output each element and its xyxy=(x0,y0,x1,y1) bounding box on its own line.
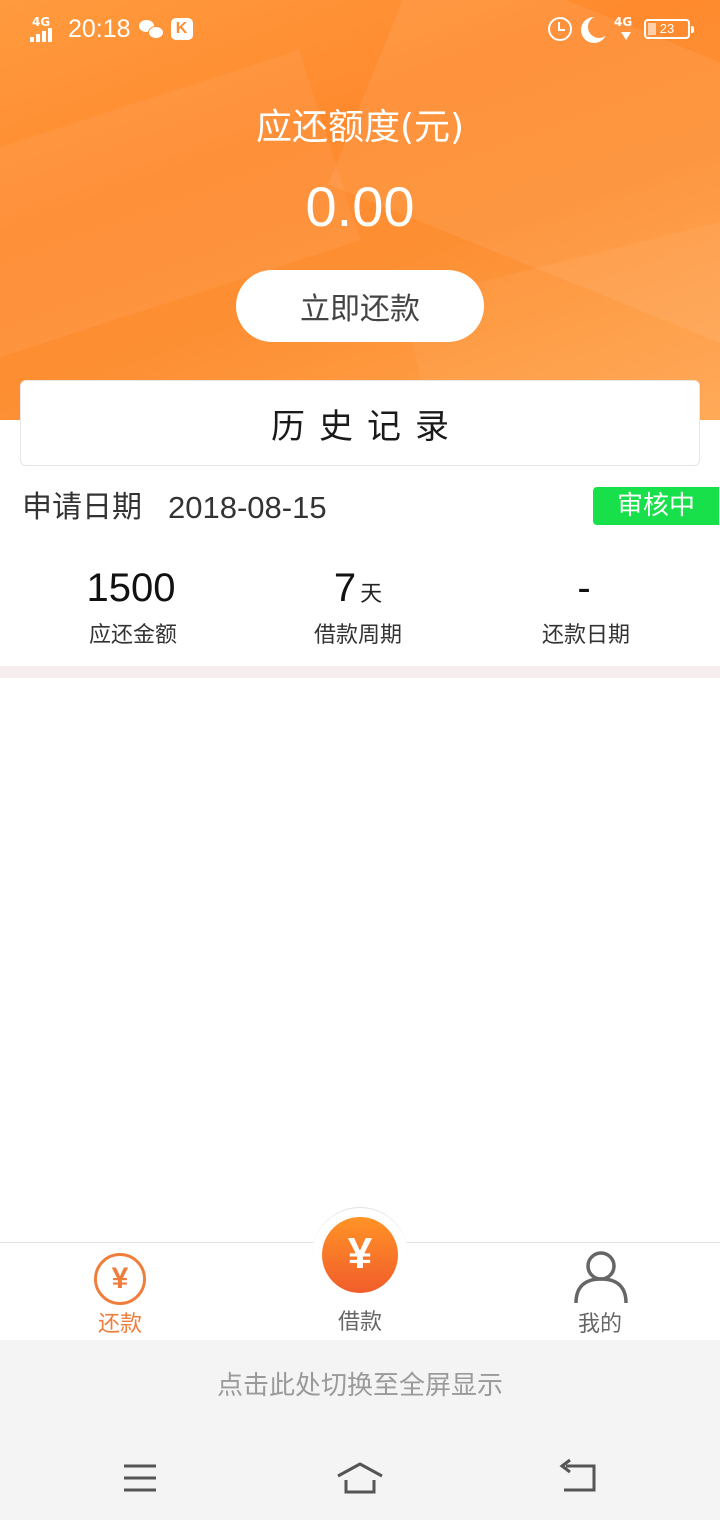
stat-repay-amount: 1500 应还金额 xyxy=(13,564,253,652)
alarm-icon xyxy=(548,17,572,41)
apply-date-label: 申请日期 xyxy=(22,490,142,525)
tab-repay-label: 还款 xyxy=(97,1312,142,1337)
wechat-icon xyxy=(138,19,164,39)
section-divider xyxy=(0,666,720,678)
stat-loan-period: 7天 借款周期 xyxy=(238,564,478,652)
home-icon[interactable] xyxy=(330,1456,390,1500)
tab-borrow-label: 借款 xyxy=(337,1310,382,1335)
status-bar: 4G 20:18 K 4G 23 xyxy=(0,0,720,58)
status-time: 20:18 xyxy=(68,15,131,43)
due-amount-value: 0.00 xyxy=(305,175,415,238)
moon-icon xyxy=(588,16,610,38)
tab-borrow[interactable]: ¥ 借款 xyxy=(280,1207,440,1341)
bottom-tab-bar: ¥ 还款 ¥ 借款 我的 xyxy=(0,1207,720,1341)
signal-icon: 4G xyxy=(30,16,60,42)
stat-label: 借款周期 xyxy=(313,623,402,648)
stat-value: 1500 xyxy=(86,566,176,610)
stat-repay-date: - 还款日期 xyxy=(466,564,706,652)
history-records-header[interactable]: 历史记录 xyxy=(20,380,700,466)
back-icon[interactable] xyxy=(550,1456,610,1500)
loan-record-card[interactable]: 申请日期 2018-08-15 审核中 1500 应还金额 7天 借款周期 - … xyxy=(0,480,720,666)
mobile-data-icon: 4G xyxy=(614,16,634,42)
stat-value: - xyxy=(577,566,591,610)
stat-value: 7 xyxy=(333,566,357,610)
tab-mine-label: 我的 xyxy=(577,1312,622,1337)
stat-label: 应还金额 xyxy=(88,623,177,648)
tab-mine[interactable]: 我的 xyxy=(520,1243,680,1341)
app-k-icon: K xyxy=(170,18,193,40)
system-navigation-area: 点击此处切换至全屏显示 xyxy=(0,1340,720,1520)
person-icon xyxy=(574,1251,628,1304)
header-banner: 4G 20:18 K 4G 23 应还额度(元) 0.00 立即还款 xyxy=(0,0,720,420)
fullscreen-toggle-hint[interactable]: 点击此处切换至全屏显示 xyxy=(0,1366,720,1406)
menu-icon[interactable] xyxy=(110,1456,170,1500)
due-amount-title: 应还额度(元) xyxy=(255,107,465,148)
battery-icon: 23 xyxy=(644,19,694,39)
status-badge: 审核中 xyxy=(593,487,719,525)
battery-level: 23 xyxy=(659,21,675,36)
stat-label: 还款日期 xyxy=(541,623,630,648)
history-title: 历史记录 xyxy=(271,406,463,447)
tab-repay[interactable]: ¥ 还款 xyxy=(40,1243,200,1341)
repay-now-button[interactable]: 立即还款 xyxy=(236,270,484,342)
apply-date-value: 2018-08-15 xyxy=(168,490,327,525)
stat-unit: 天 xyxy=(360,581,383,606)
yen-coin-filled-icon: ¥ xyxy=(322,1217,398,1293)
yen-coin-outline-icon: ¥ xyxy=(94,1253,146,1305)
